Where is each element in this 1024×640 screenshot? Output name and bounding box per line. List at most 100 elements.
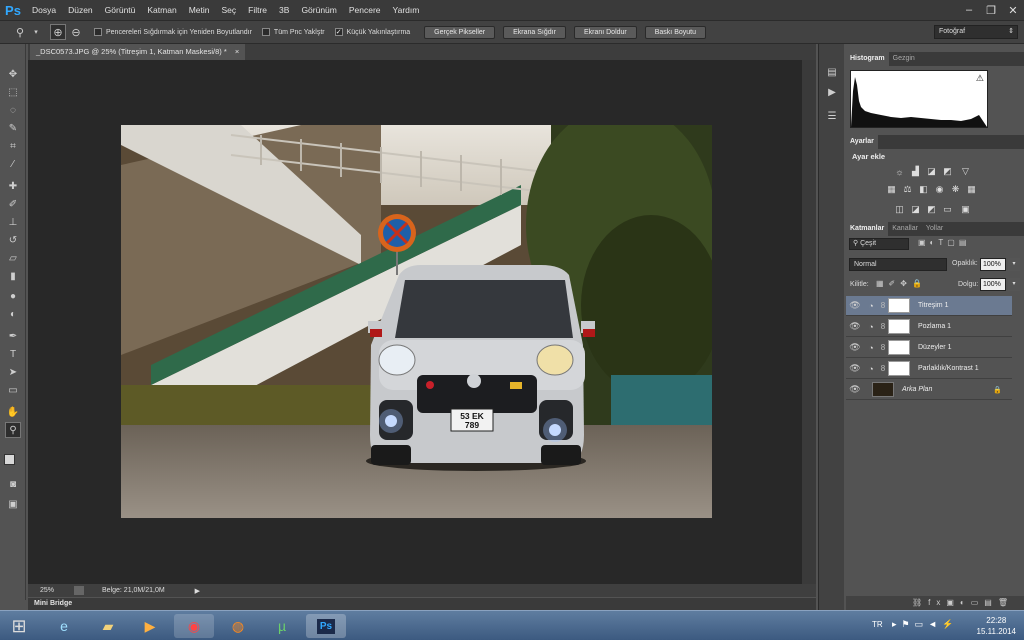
shape-tool-icon[interactable]: ▭: [5, 382, 21, 398]
tab-layers[interactable]: Katmanlar: [846, 222, 889, 236]
document-image[interactable]: 53 EK 789: [121, 125, 712, 518]
chevron-down-icon[interactable]: ▾: [1008, 278, 1020, 291]
zoom-tool-icon[interactable]: ⚲: [12, 24, 28, 40]
history-panel-icon[interactable]: ▤: [824, 64, 840, 80]
layer-mask-thumbnail[interactable]: [888, 319, 910, 334]
menu-3b[interactable]: 3B: [273, 0, 295, 20]
selective-color-icon[interactable]: ▣: [960, 204, 971, 215]
internet-explorer-icon[interactable]: e: [44, 614, 84, 638]
threshold-icon[interactable]: ◩: [926, 204, 937, 215]
eyedropper-tool-icon[interactable]: ⁄: [5, 156, 21, 172]
warning-icon[interactable]: ⚠: [976, 73, 984, 84]
clone-stamp-icon[interactable]: ⊥: [5, 214, 21, 230]
actions-play-icon[interactable]: ▶: [824, 84, 840, 100]
fill-screen-button[interactable]: Ekranı Doldur: [573, 25, 637, 39]
menu-gorunum[interactable]: Görünüm: [295, 0, 342, 20]
menu-duzen[interactable]: Düzen: [62, 0, 99, 20]
hue-sat-icon[interactable]: ▦: [886, 184, 897, 195]
link-icon[interactable]: 8: [878, 301, 888, 310]
chevron-down-icon[interactable]: ▾: [1008, 258, 1020, 271]
lock-icons[interactable]: ▦✐✥🔒: [876, 279, 927, 288]
layer-row[interactable]: 👁 ◔ 8 Parlaklık/Kontrast 1: [846, 359, 1012, 379]
print-size-button[interactable]: Baskı Boyutu: [644, 25, 706, 39]
black-white-icon[interactable]: ◧: [918, 184, 929, 195]
media-player-icon[interactable]: ▶: [130, 614, 170, 638]
marquee-tool-icon[interactable]: ⬚: [5, 84, 21, 100]
fit-screen-button[interactable]: Ekrana Sığdır: [503, 25, 566, 39]
move-tool-icon[interactable]: ✥: [5, 66, 21, 82]
visibility-eye-icon[interactable]: 👁: [846, 384, 864, 395]
properties-panel-icon[interactable]: ☰: [824, 108, 840, 124]
menu-metin[interactable]: Metin: [183, 0, 216, 20]
language-indicator[interactable]: TR: [872, 620, 883, 629]
invert-icon[interactable]: ◫: [894, 204, 905, 215]
visibility-eye-icon[interactable]: 👁: [846, 300, 864, 311]
resize-windows-checkbox[interactable]: Pencereleri Sığdırmak için Yeniden Boyut…: [94, 28, 252, 36]
layer-row[interactable]: 👁 ◔ 8 Pozlama 1: [846, 317, 1012, 337]
menu-yardim[interactable]: Yardım: [387, 0, 426, 20]
brush-tool-icon[interactable]: ✐: [5, 196, 21, 212]
layer-filter-icons[interactable]: ▣◐T▢▤: [918, 238, 970, 247]
minimize-icon[interactable]: –: [958, 0, 980, 20]
lasso-tool-icon[interactable]: ◌: [5, 102, 21, 118]
layer-row[interactable]: 👁 ◔ 8 Titreşim 1: [846, 296, 1012, 316]
photoshop-taskbar-icon[interactable]: Ps: [306, 614, 346, 638]
mini-bridge-panel[interactable]: Mini Bridge: [28, 598, 816, 610]
menu-sec[interactable]: Seç: [215, 0, 242, 20]
actual-pixels-button[interactable]: Gerçek Pikseller: [424, 25, 496, 39]
gradient-map-icon[interactable]: ▭: [942, 204, 953, 215]
fill-input[interactable]: 100%: [980, 278, 1006, 291]
link-icon[interactable]: 8: [878, 322, 888, 331]
exposure-icon[interactable]: ◩: [942, 166, 953, 177]
chrome-icon[interactable]: ◉: [174, 614, 214, 638]
curves-icon[interactable]: ◪: [926, 166, 937, 177]
menu-katman[interactable]: Katman: [141, 0, 182, 20]
blend-mode-select[interactable]: Normal: [849, 258, 947, 271]
hand-tool-icon[interactable]: ✋: [5, 404, 21, 420]
healing-brush-icon[interactable]: ✚: [5, 178, 21, 194]
close-tab-icon[interactable]: ×: [235, 47, 239, 56]
layer-row[interactable]: 👁 Arka Plan 🔒: [846, 380, 1012, 400]
layers-footer-icons[interactable]: ⛓fx▣◐▭▤🗑: [846, 596, 1024, 610]
color-lookup-icon[interactable]: ▦: [966, 184, 977, 195]
blur-tool-icon[interactable]: ●: [5, 288, 21, 304]
visibility-eye-icon[interactable]: 👁: [846, 321, 864, 332]
restore-icon[interactable]: ❐: [980, 0, 1002, 20]
status-icon[interactable]: [74, 586, 85, 595]
eraser-tool-icon[interactable]: ▱: [5, 250, 21, 266]
menu-filtre[interactable]: Filtre: [242, 0, 273, 20]
layer-filter-select[interactable]: ⚲ Çeşit: [849, 238, 909, 250]
zoom-level[interactable]: 25%: [40, 587, 54, 594]
gradient-tool-icon[interactable]: ▮: [5, 268, 21, 284]
pen-tool-icon[interactable]: ✒: [5, 328, 21, 344]
start-button-icon[interactable]: ⊞: [2, 614, 36, 638]
levels-icon[interactable]: ▟: [910, 166, 921, 177]
link-icon[interactable]: 8: [878, 343, 888, 352]
photo-filter-icon[interactable]: ◉: [934, 184, 945, 195]
quick-mask-icon[interactable]: ◙: [5, 476, 21, 492]
document-tab[interactable]: _DSC0573.JPG @ 25% (Titreşim 1, Katman M…: [30, 44, 246, 60]
dodge-tool-icon[interactable]: ◐: [5, 306, 21, 322]
file-explorer-icon[interactable]: ▰: [88, 614, 128, 638]
opacity-input[interactable]: 100%: [980, 258, 1006, 271]
type-tool-icon[interactable]: T: [5, 346, 21, 362]
color-balance-icon[interactable]: ⚖: [902, 184, 913, 195]
zoom-all-checkbox[interactable]: Tüm Pnc Yaklştr: [261, 28, 325, 36]
vibrance-icon[interactable]: ▽: [960, 166, 971, 177]
chevron-down-icon[interactable]: ▾: [28, 24, 44, 40]
foreground-color-swatch[interactable]: [4, 454, 15, 465]
menu-dosya[interactable]: Dosya: [26, 0, 62, 20]
zoom-out-icon[interactable]: ⊖: [68, 24, 84, 40]
scrubby-zoom-checkbox[interactable]: ✓ Küçük Yakınlaştırma: [334, 28, 410, 36]
workspace-select[interactable]: Fotoğraf ⇕: [934, 25, 1018, 39]
close-icon[interactable]: ✕: [1002, 0, 1024, 20]
history-brush-icon[interactable]: ↺: [5, 232, 21, 248]
zoom-in-icon[interactable]: ⊕: [50, 24, 66, 40]
layer-row[interactable]: 👁 ◔ 8 Düzeyler 1: [846, 338, 1012, 358]
system-clock[interactable]: 22:28 15.11.2014: [977, 615, 1016, 637]
brightness-icon[interactable]: ☼: [894, 166, 905, 177]
menu-pencere[interactable]: Pencere: [343, 0, 387, 20]
layer-mask-thumbnail[interactable]: [888, 298, 910, 313]
utorrent-icon[interactable]: µ: [262, 614, 302, 638]
zoom-tool-icon[interactable]: ⚲: [5, 422, 21, 438]
